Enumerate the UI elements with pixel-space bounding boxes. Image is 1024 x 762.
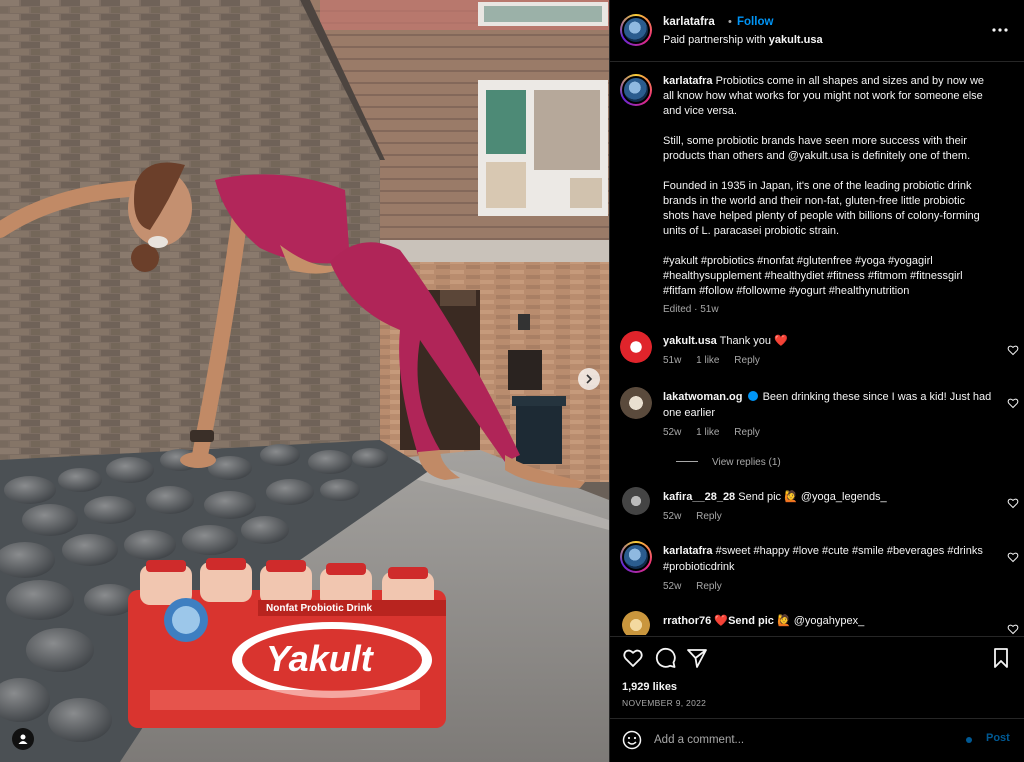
commenter-avatar[interactable] [622,487,650,515]
caption-username[interactable]: karlatafra [663,75,713,87]
comment-input[interactable] [654,730,954,750]
caption-paragraph-2: Still, some probiotic brands have seen m… [663,135,971,162]
like-comment-heart-icon[interactable] [1007,623,1019,635]
emoji-icon[interactable] [622,730,642,750]
commenter-username[interactable]: lakatwoman.og [663,391,742,403]
send-icon[interactable] [686,647,708,669]
view-replies-label: View replies (1) [712,457,781,468]
comment-text: kafira__28_28 Send pic 🙋 @yoga_legends_ [663,489,993,505]
like-comment-heart-icon[interactable] [1007,551,1019,563]
comments-section[interactable]: karlatafra Probiotics come in all shapes… [610,63,1024,635]
commenter-avatar[interactable] [620,541,652,573]
bookmark-icon[interactable] [990,647,1012,669]
heart-emoji: ❤️ [774,335,788,347]
raising-hand-emoji: 🙋 [776,615,791,627]
commenter-avatar[interactable] [620,387,652,419]
comment-age: 51w [663,355,682,366]
post-photo: Nonfat Probiotic Drink Yakult [0,0,609,762]
commenter-avatar[interactable] [620,331,652,363]
follow-button[interactable]: Follow [737,16,773,28]
commenter-username[interactable]: yakult.usa [663,335,717,347]
commenter-username[interactable]: karlatafra [663,545,713,557]
post-caption: karlatafra Probiotics come in all shapes… [663,74,993,314]
partnership-prefix: Paid partnership with [663,34,766,46]
author-avatar[interactable] [620,14,652,46]
pack-banner: Nonfat Probiotic Drink [266,603,373,614]
verified-badge-icon [747,391,758,401]
separator-dot: • [728,16,732,28]
post-date: NOVEMBER 9, 2022 [622,698,707,708]
commenter-avatar[interactable] [622,611,650,635]
comment-likes[interactable]: 1 like [696,427,719,438]
comment-age: 52w [663,511,682,522]
reply-button[interactable]: Reply [734,355,760,366]
like-comment-heart-icon[interactable] [1007,397,1019,409]
replies-line [676,461,698,462]
post-header: karlatafra • Follow Paid partnership wit… [610,0,1024,62]
trash-can [516,402,562,464]
reply-button[interactable]: Reply [734,427,760,438]
caption-hashtags[interactable]: #yakult #probiotics #nonfat #glutenfree … [663,254,993,299]
comment-body: Send pic [738,491,782,503]
post-side-panel: karlatafra • Follow Paid partnership wit… [609,0,1024,762]
comment-body: Thank you [719,335,772,347]
likes-count[interactable]: 1,929 likes [622,681,677,693]
post-comment-button[interactable]: Post [986,732,1010,744]
paid-partnership-label: Paid partnership with yakult.usa [663,34,823,46]
like-comment-heart-icon[interactable] [1007,344,1019,356]
commenter-username[interactable]: rrathor76 [663,615,711,627]
typing-indicator-icon [966,737,972,743]
comment-meta: 52w Reply [663,581,734,592]
comment-likes[interactable]: 1 like [696,355,719,366]
add-comment-bar: Post [610,718,1024,762]
reply-button[interactable]: Reply [696,511,722,522]
comment-text: lakatwoman.og Been drinking these since … [663,389,993,421]
comment-body: Send pic [728,615,774,627]
caption-avatar[interactable] [620,74,652,106]
post-actions: 1,929 likes NOVEMBER 9, 2022 [610,636,1024,718]
comment-age: 52w [663,427,682,438]
tagged-users-button[interactable] [12,728,34,750]
caption-edited-time: Edited · 51w [663,304,719,315]
heart-emoji: ❤️ [714,615,729,627]
instagram-post-modal: Nonfat Probiotic Drink Yakult karlatafra… [0,0,1024,762]
comment-mention[interactable]: @yoga_legends_ [801,491,887,503]
caption-paragraph-3: Founded in 1935 in Japan, it's one of th… [663,180,980,237]
comment-text: karlatafra #sweet #happy #love #cute #sm… [663,543,993,575]
comment-mention[interactable]: @yogahypex_ [794,615,865,627]
comment-meta: 52w Reply [663,511,734,522]
comment-text: yakult.usa Thank you ❤️ [663,333,993,349]
author-username[interactable]: karlatafra [663,16,715,28]
next-photo-button[interactable] [578,368,600,390]
comment-meta: 52w 1 like Reply [663,427,772,438]
like-heart-icon[interactable] [622,647,644,669]
comment-age: 52w [663,581,682,592]
commenter-username[interactable]: kafira__28_28 [663,491,735,503]
raising-hand-emoji: 🙋 [784,491,798,503]
comment-text: rrathor76 ❤️Send pic 🙋 @yogahypex_ [663,613,993,629]
partner-link[interactable]: yakult.usa [769,34,823,46]
like-comment-heart-icon[interactable] [1007,497,1019,509]
comment-icon[interactable] [654,647,676,669]
chevron-right-icon [586,374,593,384]
view-replies-button[interactable]: View replies (1) [676,457,781,468]
comment-meta: 51w 1 like Reply [663,355,772,366]
more-options-icon[interactable] [990,22,1010,38]
user-tag-icon [18,734,28,744]
reply-button[interactable]: Reply [696,581,722,592]
pack-logo: Yakult [266,638,373,679]
